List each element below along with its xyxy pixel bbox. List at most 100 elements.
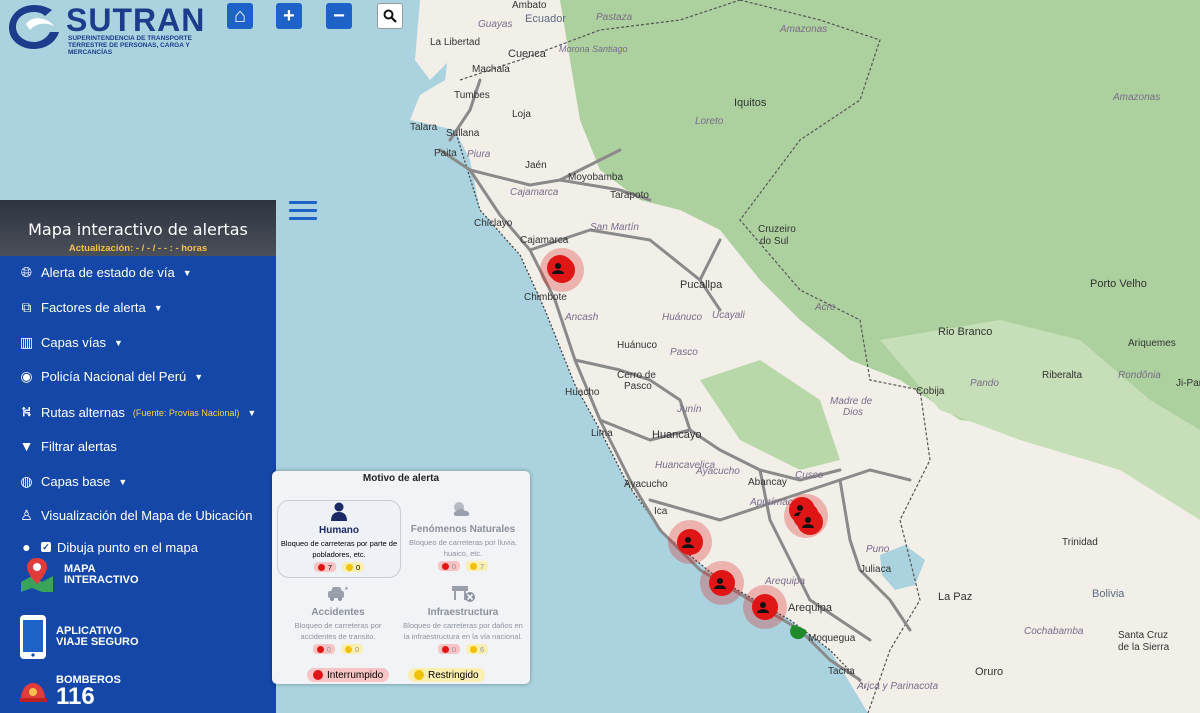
legend-label: Fenómenos Naturales <box>410 524 516 535</box>
legend-counts: 0 0 <box>277 644 399 654</box>
legend-accidentes[interactable]: Accidentes Bloqueo de carreteras por acc… <box>277 583 399 663</box>
map-label: Pasco <box>670 347 698 358</box>
menu-label: Filtrar alertas <box>41 438 117 454</box>
map-label: Puno <box>866 544 890 555</box>
menu-label: Capas vías <box>41 335 107 350</box>
zoom-in-button[interactable]: + <box>276 3 302 29</box>
person-icon <box>805 517 811 523</box>
map-label: Morona Santiago <box>559 44 628 54</box>
menu-policia-nacional[interactable]: ◉ Policía Nacional del Perú ▼ <box>18 368 203 385</box>
status-restricted[interactable]: Restringido <box>408 668 485 682</box>
status-label: Restringido <box>428 669 479 681</box>
draw-point-checkbox[interactable]: ✓ <box>41 542 51 552</box>
legend-infraestructura[interactable]: Infraestructura Bloqueo de carreteras po… <box>402 583 524 663</box>
caret-down-icon: ▼ <box>118 476 128 487</box>
person-icon <box>760 602 766 608</box>
yellow-dot-icon <box>345 645 352 653</box>
map-label: Cajamarca <box>520 235 569 246</box>
promo-mapa-interactivo[interactable]: MAPA INTERACTIVO <box>18 556 139 594</box>
map-label: Iquitos <box>734 97 767 109</box>
menu-visualizacion-mapa[interactable]: ♙ Visualización del Mapa de Ubicación <box>18 507 252 524</box>
map-label: Ayacucho <box>695 466 740 477</box>
filter-icon: ▼ <box>19 438 34 454</box>
menu-dibuja-punto[interactable]: ● ✓ Dibuja punto en el mapa <box>18 539 198 555</box>
menu-label: Policía Nacional del Perú <box>41 369 187 384</box>
caret-down-icon: ▼ <box>114 337 123 348</box>
map-label: Junín <box>676 404 702 415</box>
menu-label: Dibuja punto en el mapa <box>57 539 198 555</box>
caret-down-icon: ▼ <box>194 371 204 382</box>
map-label: Acre <box>814 302 836 313</box>
map-label: Amazonas <box>779 24 827 35</box>
map-label: Ecuador <box>525 13 566 25</box>
red-dot-icon <box>441 645 449 653</box>
map-label: Tarapoto <box>610 190 649 201</box>
map-label: Ariquemes <box>1128 338 1176 349</box>
person-icon <box>555 263 561 269</box>
home-button[interactable]: ⌂ <box>227 3 253 29</box>
map-label: do Sul <box>760 236 788 247</box>
menu-factores-alerta[interactable]: ⧉ Factores de alerta ▼ <box>18 299 163 316</box>
map-label: Loreto <box>695 116 724 127</box>
legend-counts: 0 7 <box>402 561 524 571</box>
red-dot-icon <box>316 645 324 653</box>
map-label: Jaén <box>525 160 547 171</box>
map-label: Sullana <box>446 128 480 139</box>
person-icon <box>717 578 723 584</box>
street-view-icon: ♙ <box>20 507 33 523</box>
zoom-out-button[interactable]: − <box>326 3 352 29</box>
map-label: Tacna <box>828 666 855 677</box>
map-label: Pucallpa <box>680 279 723 291</box>
search-button[interactable] <box>377 3 403 29</box>
panel-title: Mapa interactivo de alertas <box>28 220 248 239</box>
yellow-dot-icon <box>346 563 353 571</box>
menu-filtrar-alertas[interactable]: ▼ Filtrar alertas <box>18 438 117 454</box>
map-label: Ica <box>654 506 668 517</box>
menu-rutas-alternas[interactable]: ⛕ Rutas alternas (Fuente: Provias Nacion… <box>18 403 256 422</box>
hamburger-bar <box>289 217 317 220</box>
map-label: Juliaca <box>860 564 892 575</box>
legend-counts: 7 0 <box>278 562 400 572</box>
caret-down-icon: ▼ <box>153 302 163 313</box>
map-label: Pando <box>970 378 999 389</box>
map-label: Paita <box>434 148 457 159</box>
map-label: San Martín <box>590 222 639 233</box>
red-dot-icon <box>317 563 325 571</box>
search-icon <box>383 9 397 23</box>
menu-capas-vias[interactable]: ▥ Capas vías ▼ <box>18 334 123 351</box>
menu-label: Factores de alerta <box>41 300 146 315</box>
yellow-dot-icon <box>470 645 477 653</box>
smartphone-icon <box>20 615 46 659</box>
legend-title: Motivo de alerta <box>362 473 440 484</box>
map-icon: ▥ <box>19 334 34 350</box>
map-label: Machala <box>472 64 510 75</box>
alert-legend: Motivo de alerta Humano Bloqueo de carre… <box>272 471 530 684</box>
map-label: Pastaza <box>596 12 633 23</box>
panel-header: Mapa interactivo de alertas Actualizació… <box>0 200 276 256</box>
map-label: Lima <box>591 428 613 439</box>
menu-toggle-button[interactable] <box>289 201 317 222</box>
map-label: Porto Velho <box>1090 278 1147 290</box>
menu-capas-base[interactable]: ◍ Capas base ▼ <box>18 473 127 490</box>
weather-icon <box>402 500 524 524</box>
map-label: Huánuco <box>617 340 657 351</box>
home-icon: ⌂ <box>233 5 247 27</box>
caret-down-icon: ▼ <box>247 407 257 418</box>
promo-bomberos[interactable]: BOMBEROS 116 <box>18 675 121 709</box>
map-label: Riberalta <box>1042 370 1082 381</box>
map-label: Moyobamba <box>568 172 623 183</box>
legend-fenomenos-naturales[interactable]: Fenómenos Naturales Bloqueo de carretera… <box>402 500 524 576</box>
map-marker-icon: ● <box>22 539 31 555</box>
side-panel: Mapa interactivo de alertas Actualizació… <box>0 200 276 713</box>
status-interrupted[interactable]: Interrumpido <box>307 668 390 682</box>
menu-alerta-estado-via[interactable]: 🌐︎ Alerta de estado de vía ▼ <box>18 264 192 281</box>
legend-humano[interactable]: Humano Bloqueo de carreteras por parte d… <box>277 500 401 578</box>
promo-viaje-seguro[interactable]: APLICATIVO VIAJE SEGURO <box>18 614 139 660</box>
map-label: Loja <box>512 109 531 120</box>
binoculars-icon: ⧉ <box>21 299 32 315</box>
map-label: Cajamarca <box>510 187 559 198</box>
map-label: Santa Cruz <box>1118 630 1168 641</box>
map-label: Guayas <box>478 19 512 30</box>
map-label: Cruzeiro <box>758 224 796 235</box>
map-label: Moquegua <box>808 633 856 644</box>
